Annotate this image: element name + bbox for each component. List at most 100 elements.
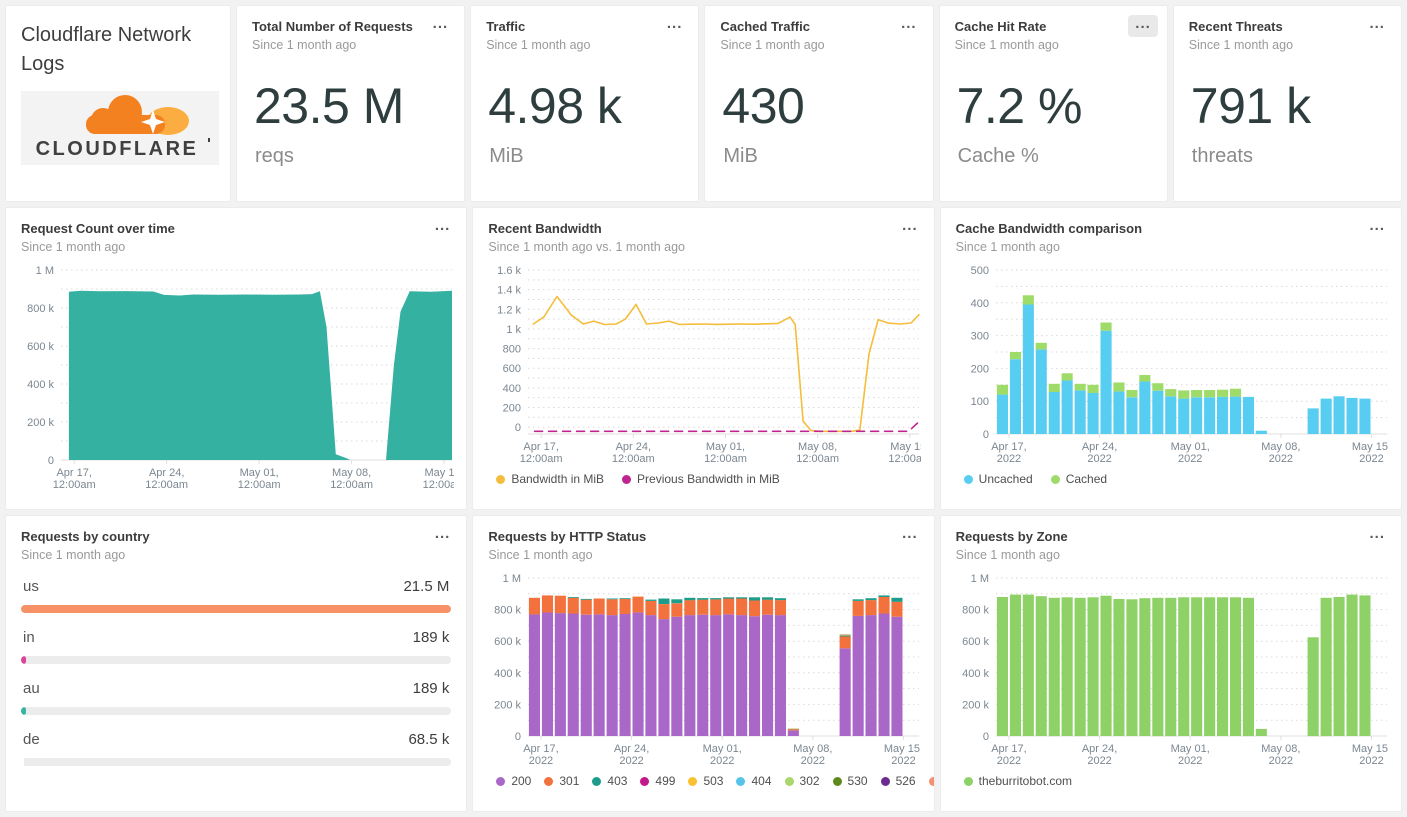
legend-dot-icon (784, 776, 794, 786)
card-menu-button[interactable]: ... (426, 15, 456, 37)
card-subtitle: Since 1 month ago (954, 38, 1059, 52)
svg-text:Apr 24,: Apr 24, (614, 743, 649, 755)
stat-unit: threats (1191, 145, 1253, 167)
svg-text:May 08,: May 08, (1261, 441, 1300, 453)
svg-text:200: 200 (970, 363, 988, 375)
svg-text:May 15,: May 15, (1352, 743, 1389, 755)
legend-item[interactable]: 530 (832, 774, 868, 788)
svg-text:400 k: 400 k (494, 668, 521, 680)
card-title: Total Number of Requests (252, 19, 413, 34)
svg-text:0: 0 (983, 731, 989, 743)
bottom-chart-row: Requests by country Since 1 month ago ..… (5, 515, 1402, 812)
legend-dot-icon (963, 474, 973, 484)
legend-item[interactable]: theburritobot.com (963, 774, 1072, 788)
svg-text:12:00am: 12:00am (889, 453, 922, 465)
card-menu-button[interactable]: ... (895, 525, 925, 547)
card-menu-button[interactable]: ... (1362, 525, 1392, 547)
dashboard-title: Cloudflare Network Logs (21, 24, 192, 75)
legend-label: Bandwidth in MiB (511, 472, 605, 486)
requests-by-zone-chart[interactable]: 0200 k400 k600 k800 k1 MApr 17,2022Apr 2… (956, 570, 1389, 770)
svg-text:Apr 24,: Apr 24, (1081, 743, 1116, 755)
chart-legend: 200 301 403 499 503 404 302 530 526 524 (488, 774, 934, 788)
legend-dot-icon (1050, 474, 1060, 484)
request-count-chart[interactable]: 0200 k400 k600 k800 k1 MApr 17,12:00amAp… (21, 262, 454, 494)
legend-label: Cached (1065, 472, 1108, 486)
stat-card-cached-traffic: Cached Traffic Since 1 month ago ... 430… (704, 5, 934, 202)
legend-label: 530 (847, 774, 868, 788)
svg-text:12:00am: 12:00am (330, 479, 373, 491)
recent-bandwidth-chart[interactable]: 02004006008001 k1.2 k1.4 k1.6 kApr 17,12… (488, 262, 921, 468)
svg-text:Apr 24,: Apr 24, (616, 441, 651, 453)
svg-text:May 01,: May 01, (1170, 441, 1209, 453)
card-menu-button[interactable]: ... (1362, 15, 1392, 37)
cache-bandwidth-chart[interactable]: 0100200300400500Apr 17,2022Apr 24,2022Ma… (956, 262, 1389, 468)
svg-text:May 08,: May 08, (794, 743, 833, 755)
card-menu-button[interactable]: ... (1362, 217, 1392, 239)
svg-text:0: 0 (983, 429, 989, 441)
http-status-chart[interactable]: 0200 k400 k600 k800 k1 MApr 17,2022Apr 2… (488, 570, 921, 770)
card-menu-button[interactable]: ... (660, 15, 690, 37)
chart-subtitle: Since 1 month ago (21, 548, 126, 562)
card-menu-button[interactable]: ... (428, 217, 458, 239)
svg-text:2022: 2022 (620, 755, 644, 767)
legend-dot-icon (622, 474, 632, 484)
svg-text:2022: 2022 (996, 453, 1020, 465)
svg-text:100: 100 (970, 396, 988, 408)
country-row: in 189 k (21, 629, 452, 664)
country-row: us 21.5 M (21, 578, 452, 613)
svg-text:200 k: 200 k (494, 699, 521, 711)
legend-item[interactable]: Uncached (963, 472, 1033, 486)
stat-value: 791 k (1190, 78, 1311, 134)
svg-text:12:00am: 12:00am (704, 453, 747, 465)
logo-card: Cloudflare Network Logs CLOUDFLARE (5, 5, 231, 202)
legend-item[interactable]: 301 (544, 774, 579, 788)
chart-subtitle: Since 1 month ago (955, 240, 1060, 254)
legend-item[interactable]: Cached (1050, 472, 1108, 486)
legend-item[interactable]: 200 (496, 774, 531, 788)
legend-dot-icon (496, 474, 506, 484)
country-bar-track (21, 605, 452, 613)
svg-text:12:00am: 12:00am (423, 479, 454, 491)
svg-text:2022: 2022 (1178, 755, 1202, 767)
legend-dot-icon (928, 776, 934, 786)
legend-item[interactable]: 524 (928, 774, 934, 788)
chart-card-recent-bandwidth: Recent Bandwidth Since 1 month ago vs. 1… (472, 207, 935, 510)
legend-item[interactable]: 403 (592, 774, 627, 788)
legend-item[interactable]: 499 (640, 774, 675, 788)
card-title: Cached Traffic (720, 19, 810, 34)
legend-item[interactable]: 526 (880, 774, 916, 788)
card-menu-button[interactable]: ... (1128, 15, 1158, 37)
svg-text:2022: 2022 (1268, 453, 1292, 465)
svg-text:400: 400 (503, 383, 521, 395)
svg-text:12:00am: 12:00am (612, 453, 655, 465)
legend-item[interactable]: 302 (784, 774, 820, 788)
card-title: Recent Threats (1188, 19, 1283, 34)
stat-unit: MiB (489, 145, 524, 167)
svg-text:12:00am: 12:00am (238, 479, 281, 491)
stat-value: 4.98 k (488, 78, 622, 134)
legend-item[interactable]: 503 (688, 774, 723, 788)
svg-text:12:00am: 12:00am (520, 453, 563, 465)
legend-label: 301 (559, 774, 580, 788)
svg-text:Apr 17,: Apr 17, (991, 743, 1026, 755)
card-menu-button[interactable]: ... (895, 217, 925, 239)
card-menu-button[interactable]: ... (894, 15, 924, 37)
svg-text:600 k: 600 k (27, 341, 54, 353)
legend-label: 200 (511, 774, 532, 788)
legend-item[interactable]: Previous Bandwidth in MiB (622, 472, 780, 486)
card-menu-button[interactable]: ... (428, 525, 458, 547)
svg-text:600 k: 600 k (494, 636, 521, 648)
country-label: in (23, 629, 35, 646)
stat-unit: Cache % (957, 145, 1039, 167)
country-value: 189 k (412, 680, 450, 697)
svg-text:400 k: 400 k (27, 379, 54, 391)
chart-title: Requests by HTTP Status (488, 529, 647, 544)
legend-dot-icon (592, 776, 602, 786)
country-row: au 189 k (21, 680, 452, 715)
svg-text:May 08,: May 08, (1261, 743, 1300, 755)
legend-item[interactable]: 404 (736, 774, 772, 788)
legend-item[interactable]: Bandwidth in MiB (496, 472, 604, 486)
svg-text:1.4 k: 1.4 k (497, 285, 521, 297)
svg-text:Apr 17,: Apr 17, (524, 441, 559, 453)
svg-text:Apr 17,: Apr 17, (56, 467, 91, 479)
